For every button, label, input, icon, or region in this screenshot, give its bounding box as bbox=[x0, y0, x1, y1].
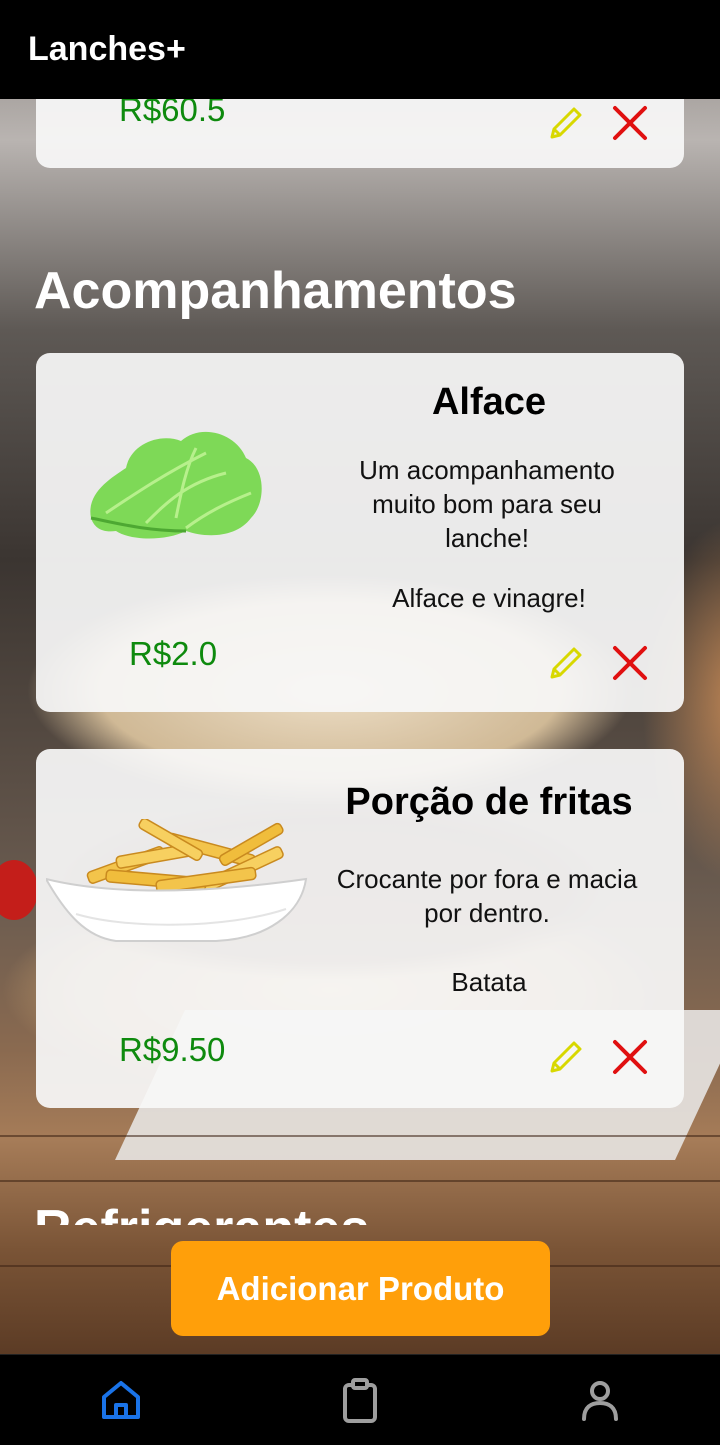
nav-orders[interactable] bbox=[335, 1375, 385, 1425]
section-title: Refrigerantes bbox=[34, 1199, 369, 1225]
pencil-icon bbox=[550, 107, 582, 139]
product-ingredients: Batata bbox=[451, 967, 527, 997]
product-description: Crocante por fora e macia por dentro. bbox=[336, 864, 638, 928]
delete-button[interactable] bbox=[610, 103, 654, 147]
edit-button[interactable] bbox=[544, 641, 588, 685]
product-ingredients: Alface e vinagre! bbox=[392, 583, 586, 613]
add-product-button[interactable]: Adicionar Produto bbox=[171, 1241, 550, 1336]
edit-button[interactable] bbox=[544, 101, 588, 145]
section-title-clip: Refrigerantes bbox=[0, 1199, 720, 1225]
bottom-navigation bbox=[0, 1354, 720, 1445]
close-icon bbox=[613, 106, 647, 140]
product-price: R$2.0 bbox=[129, 635, 218, 672]
close-icon bbox=[613, 646, 647, 680]
edit-button[interactable] bbox=[544, 1035, 588, 1079]
product-card[interactable]: Porção de fritas Crocante por fora e mac… bbox=[36, 749, 684, 1108]
product-list[interactable]: R$60.5 Acompanhamentos Alface Um acompan… bbox=[0, 99, 720, 1354]
close-icon bbox=[613, 1040, 647, 1074]
delete-button[interactable] bbox=[610, 1037, 654, 1081]
delete-button[interactable] bbox=[610, 643, 654, 687]
section-title: Acompanhamentos bbox=[34, 262, 517, 320]
product-card[interactable]: Alface Um acompanhamento muito bom para … bbox=[36, 353, 684, 712]
product-name: Porção de fritas bbox=[345, 781, 633, 823]
product-card: R$60.5 bbox=[36, 99, 684, 168]
fries-image bbox=[46, 819, 308, 942]
pencil-icon bbox=[550, 1041, 582, 1073]
product-price: R$9.50 bbox=[119, 1031, 226, 1068]
nav-profile[interactable] bbox=[575, 1375, 625, 1425]
pencil-icon bbox=[550, 647, 582, 679]
app-title: Lanches+ bbox=[28, 30, 186, 68]
lettuce-image bbox=[90, 431, 262, 539]
nav-home[interactable] bbox=[96, 1375, 146, 1425]
product-price: R$60.5 bbox=[119, 99, 226, 128]
app-bar: Lanches+ bbox=[0, 0, 720, 99]
user-icon bbox=[582, 1381, 618, 1421]
home-icon bbox=[102, 1381, 140, 1419]
clipboard-icon bbox=[343, 1378, 377, 1423]
product-name: Alface bbox=[431, 381, 547, 423]
product-description: Um acompanhamento muito bom para seu lan… bbox=[359, 455, 615, 553]
